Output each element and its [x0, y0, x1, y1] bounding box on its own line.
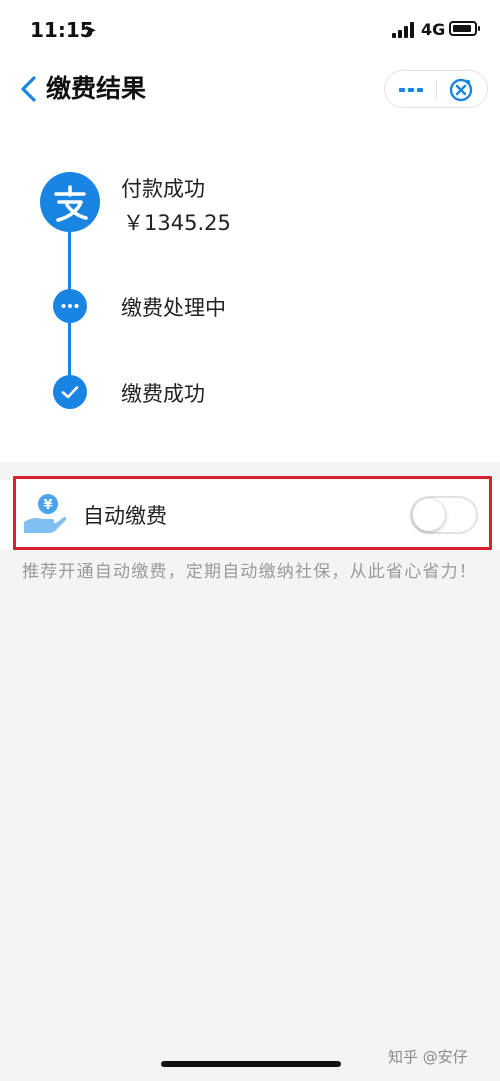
- more-dots-icon: [399, 88, 423, 92]
- status-bar: 11:15 ➤ 4G: [0, 0, 500, 60]
- location-arrow-icon: ➤: [84, 21, 97, 39]
- close-circle-icon: [449, 78, 473, 102]
- step-processing-title: 缴费处理中: [121, 296, 226, 320]
- autopay-toggle[interactable]: [410, 496, 478, 534]
- more-button[interactable]: [385, 71, 436, 109]
- hand-coin-icon: ¥: [22, 492, 67, 534]
- step-success-title: 缴费成功: [121, 382, 205, 406]
- autopay-hint: 推荐开通自动缴费，定期自动缴纳社保，从此省心省力！: [22, 562, 477, 582]
- mini-app-capsule: [384, 70, 488, 108]
- step-payment-title: 付款成功: [121, 177, 205, 201]
- alipay-icon: [40, 172, 100, 232]
- payment-amount: ￥1345.25: [123, 211, 231, 235]
- chevron-left-icon: [21, 76, 36, 102]
- check-icon: [53, 375, 87, 409]
- watermark: 知乎 @安仔: [388, 1048, 468, 1066]
- toggle-knob: [413, 499, 445, 531]
- home-indicator[interactable]: [161, 1061, 341, 1067]
- page-title: 缴费结果: [46, 74, 147, 103]
- network-label: 4G: [421, 20, 446, 39]
- battery-icon: [449, 21, 480, 36]
- coin-symbol: ¥: [43, 498, 52, 513]
- ellipsis-dot-icon: [53, 289, 87, 323]
- back-button[interactable]: [16, 72, 46, 106]
- autopay-label: 自动缴费: [83, 504, 167, 528]
- close-button[interactable]: [437, 71, 488, 109]
- signal-icon: [392, 22, 416, 38]
